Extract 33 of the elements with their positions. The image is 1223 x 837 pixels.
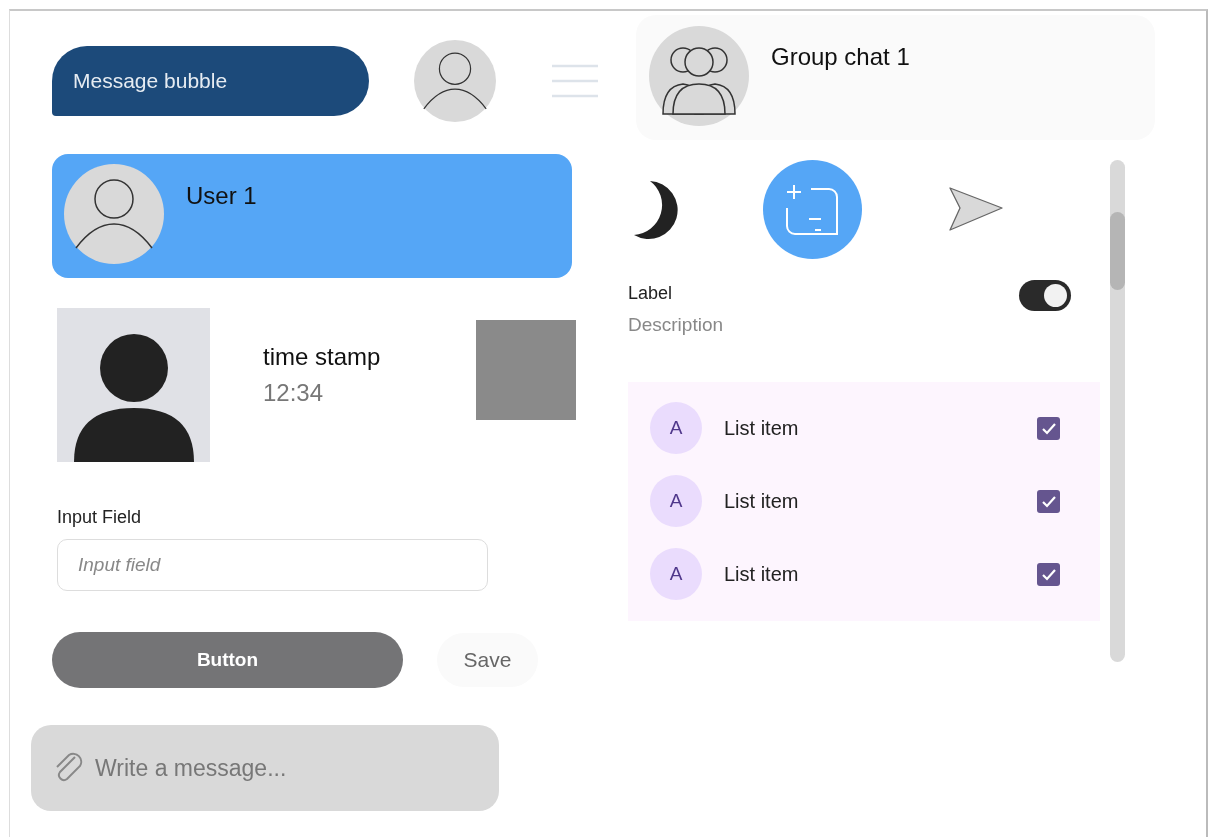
message-input-field[interactable]: Write a message...	[93, 749, 473, 787]
group-chat-card[interactable]: Group chat 1	[636, 15, 1155, 140]
check-icon	[1040, 494, 1057, 508]
timestamp-label: time stamp	[263, 342, 381, 372]
list-item[interactable]: List item	[724, 559, 1037, 589]
user-name: User 1	[186, 181, 257, 211]
scrollbar[interactable]	[1110, 160, 1125, 662]
list-item[interactable]: List item	[724, 486, 1037, 516]
user-card[interactable]: User 1	[52, 154, 572, 278]
scrollbar-thumb[interactable]	[1110, 212, 1125, 290]
add-note-icon[interactable]	[763, 159, 862, 259]
checkbox[interactable]	[1037, 489, 1060, 513]
time-text: 12:34	[263, 378, 325, 408]
check-icon	[1040, 421, 1057, 435]
button[interactable]: Button	[52, 632, 403, 688]
input-label: Input Field	[57, 506, 143, 529]
group-chat-name: Group chat 1	[771, 42, 910, 72]
send-icon[interactable]	[948, 186, 1004, 232]
toggle-switch[interactable]	[1019, 280, 1071, 311]
avatar: A	[650, 548, 702, 600]
check-icon	[1040, 567, 1057, 581]
message-bubble: Message bubble	[52, 46, 369, 116]
setting-description: Description	[628, 313, 724, 337]
checkbox[interactable]	[1037, 562, 1060, 586]
avatar: A	[650, 475, 702, 527]
avatar: A	[650, 402, 702, 454]
input-field[interactable]: Input field	[57, 539, 488, 591]
list-item[interactable]: List item	[724, 413, 1037, 443]
group-avatar-icon	[649, 26, 749, 126]
save-button[interactable]: Save	[437, 633, 538, 687]
checkbox[interactable]	[1037, 416, 1060, 440]
setting-label: Label	[628, 282, 674, 305]
message-composer[interactable]: Write a message...	[31, 725, 499, 811]
